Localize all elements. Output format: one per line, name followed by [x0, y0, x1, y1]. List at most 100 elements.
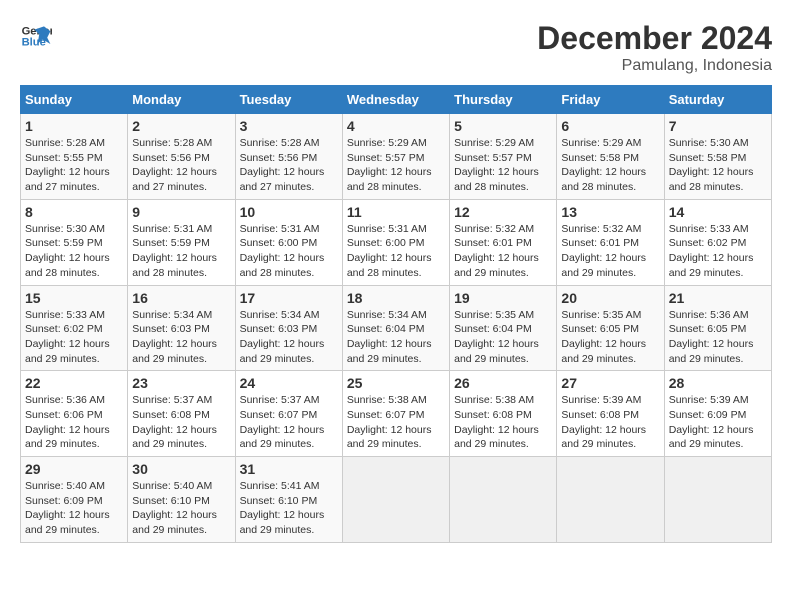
day-info: Sunrise: 5:39 AM Sunset: 6:08 PM Dayligh…	[561, 393, 659, 452]
logo: General Blue	[20, 20, 52, 52]
main-title: December 2024	[537, 20, 772, 57]
calendar-week-2: 8 Sunrise: 5:30 AM Sunset: 5:59 PM Daylig…	[21, 199, 772, 285]
calendar-cell: 23 Sunrise: 5:37 AM Sunset: 6:08 PM Dayli…	[128, 371, 235, 457]
day-number: 29	[25, 461, 123, 477]
calendar-cell: 29 Sunrise: 5:40 AM Sunset: 6:09 PM Dayli…	[21, 457, 128, 543]
day-info: Sunrise: 5:31 AM Sunset: 6:00 PM Dayligh…	[347, 222, 445, 281]
day-info: Sunrise: 5:34 AM Sunset: 6:03 PM Dayligh…	[132, 308, 230, 367]
calendar-header-row: SundayMondayTuesdayWednesdayThursdayFrid…	[21, 86, 772, 114]
day-number: 30	[132, 461, 230, 477]
calendar-body: 1Sunrise: 5:28 AM Sunset: 5:55 PM Daylig…	[21, 114, 772, 543]
day-number: 4	[347, 118, 445, 134]
day-info: Sunrise: 5:32 AM Sunset: 6:01 PM Dayligh…	[454, 222, 552, 281]
day-number: 15	[25, 290, 123, 306]
calendar-cell: 5Sunrise: 5:29 AM Sunset: 5:57 PM Daylig…	[450, 114, 557, 200]
calendar-cell: 16 Sunrise: 5:34 AM Sunset: 6:03 PM Dayli…	[128, 285, 235, 371]
calendar-cell: 27 Sunrise: 5:39 AM Sunset: 6:08 PM Dayli…	[557, 371, 664, 457]
logo-icon: General Blue	[20, 20, 52, 52]
calendar-cell: 17Sunrise: 5:34 AM Sunset: 6:03 PM Dayli…	[235, 285, 342, 371]
calendar-cell: 2 Sunrise: 5:28 AM Sunset: 5:56 PM Daylig…	[128, 114, 235, 200]
column-header-thursday: Thursday	[450, 86, 557, 114]
calendar-cell: 6 Sunrise: 5:29 AM Sunset: 5:58 PM Daylig…	[557, 114, 664, 200]
day-number: 11	[347, 204, 445, 220]
day-info: Sunrise: 5:34 AM Sunset: 6:03 PM Dayligh…	[240, 308, 338, 367]
calendar-cell: 21 Sunrise: 5:36 AM Sunset: 6:05 PM Dayli…	[664, 285, 771, 371]
day-number: 10	[240, 204, 338, 220]
header: General Blue December 2024 Pamulang, Ind…	[20, 20, 772, 75]
calendar-cell: 9 Sunrise: 5:31 AM Sunset: 5:59 PM Daylig…	[128, 199, 235, 285]
calendar-cell: 1Sunrise: 5:28 AM Sunset: 5:55 PM Daylig…	[21, 114, 128, 200]
day-info: Sunrise: 5:31 AM Sunset: 6:00 PM Dayligh…	[240, 222, 338, 281]
calendar-week-3: 15Sunrise: 5:33 AM Sunset: 6:02 PM Dayli…	[21, 285, 772, 371]
column-header-sunday: Sunday	[21, 86, 128, 114]
day-number: 6	[561, 118, 659, 134]
day-info: Sunrise: 5:38 AM Sunset: 6:08 PM Dayligh…	[454, 393, 552, 452]
calendar-week-1: 1Sunrise: 5:28 AM Sunset: 5:55 PM Daylig…	[21, 114, 772, 200]
day-number: 18	[347, 290, 445, 306]
calendar-cell: 20Sunrise: 5:35 AM Sunset: 6:05 PM Dayli…	[557, 285, 664, 371]
day-info: Sunrise: 5:32 AM Sunset: 6:01 PM Dayligh…	[561, 222, 659, 281]
calendar-cell	[557, 457, 664, 543]
day-info: Sunrise: 5:29 AM Sunset: 5:57 PM Dayligh…	[454, 136, 552, 195]
calendar-cell: 22Sunrise: 5:36 AM Sunset: 6:06 PM Dayli…	[21, 371, 128, 457]
day-number: 27	[561, 375, 659, 391]
day-info: Sunrise: 5:36 AM Sunset: 6:05 PM Dayligh…	[669, 308, 767, 367]
calendar-table: SundayMondayTuesdayWednesdayThursdayFrid…	[20, 85, 772, 543]
day-number: 7	[669, 118, 767, 134]
day-info: Sunrise: 5:36 AM Sunset: 6:06 PM Dayligh…	[25, 393, 123, 452]
calendar-cell: 13 Sunrise: 5:32 AM Sunset: 6:01 PM Dayli…	[557, 199, 664, 285]
day-info: Sunrise: 5:37 AM Sunset: 6:07 PM Dayligh…	[240, 393, 338, 452]
day-info: Sunrise: 5:28 AM Sunset: 5:56 PM Dayligh…	[132, 136, 230, 195]
day-info: Sunrise: 5:30 AM Sunset: 5:59 PM Dayligh…	[25, 222, 123, 281]
day-info: Sunrise: 5:30 AM Sunset: 5:58 PM Dayligh…	[669, 136, 767, 195]
day-info: Sunrise: 5:40 AM Sunset: 6:09 PM Dayligh…	[25, 479, 123, 538]
day-number: 23	[132, 375, 230, 391]
calendar-cell: 24Sunrise: 5:37 AM Sunset: 6:07 PM Dayli…	[235, 371, 342, 457]
day-number: 19	[454, 290, 552, 306]
calendar-week-5: 29 Sunrise: 5:40 AM Sunset: 6:09 PM Dayli…	[21, 457, 772, 543]
day-number: 9	[132, 204, 230, 220]
day-info: Sunrise: 5:33 AM Sunset: 6:02 PM Dayligh…	[669, 222, 767, 281]
column-header-tuesday: Tuesday	[235, 86, 342, 114]
calendar-cell: 4 Sunrise: 5:29 AM Sunset: 5:57 PM Daylig…	[342, 114, 449, 200]
day-number: 13	[561, 204, 659, 220]
calendar-cell: 7 Sunrise: 5:30 AM Sunset: 5:58 PM Daylig…	[664, 114, 771, 200]
day-info: Sunrise: 5:31 AM Sunset: 5:59 PM Dayligh…	[132, 222, 230, 281]
day-number: 26	[454, 375, 552, 391]
calendar-cell: 11 Sunrise: 5:31 AM Sunset: 6:00 PM Dayli…	[342, 199, 449, 285]
day-number: 1	[25, 118, 123, 134]
title-area: December 2024 Pamulang, Indonesia	[537, 20, 772, 75]
column-header-wednesday: Wednesday	[342, 86, 449, 114]
day-info: Sunrise: 5:28 AM Sunset: 5:56 PM Dayligh…	[240, 136, 338, 195]
day-number: 31	[240, 461, 338, 477]
day-number: 2	[132, 118, 230, 134]
calendar-cell: 19 Sunrise: 5:35 AM Sunset: 6:04 PM Dayli…	[450, 285, 557, 371]
day-info: Sunrise: 5:37 AM Sunset: 6:08 PM Dayligh…	[132, 393, 230, 452]
calendar-cell	[342, 457, 449, 543]
column-header-monday: Monday	[128, 86, 235, 114]
day-info: Sunrise: 5:38 AM Sunset: 6:07 PM Dayligh…	[347, 393, 445, 452]
calendar-cell: 3 Sunrise: 5:28 AM Sunset: 5:56 PM Daylig…	[235, 114, 342, 200]
calendar-cell: 14 Sunrise: 5:33 AM Sunset: 6:02 PM Dayli…	[664, 199, 771, 285]
calendar-cell	[450, 457, 557, 543]
day-info: Sunrise: 5:35 AM Sunset: 6:05 PM Dayligh…	[561, 308, 659, 367]
day-number: 3	[240, 118, 338, 134]
day-number: 16	[132, 290, 230, 306]
calendar-week-4: 22Sunrise: 5:36 AM Sunset: 6:06 PM Dayli…	[21, 371, 772, 457]
day-info: Sunrise: 5:39 AM Sunset: 6:09 PM Dayligh…	[669, 393, 767, 452]
day-info: Sunrise: 5:35 AM Sunset: 6:04 PM Dayligh…	[454, 308, 552, 367]
column-header-saturday: Saturday	[664, 86, 771, 114]
day-number: 8	[25, 204, 123, 220]
day-number: 14	[669, 204, 767, 220]
calendar-cell: 12Sunrise: 5:32 AM Sunset: 6:01 PM Dayli…	[450, 199, 557, 285]
day-info: Sunrise: 5:40 AM Sunset: 6:10 PM Dayligh…	[132, 479, 230, 538]
calendar-cell: 25 Sunrise: 5:38 AM Sunset: 6:07 PM Dayli…	[342, 371, 449, 457]
day-info: Sunrise: 5:34 AM Sunset: 6:04 PM Dayligh…	[347, 308, 445, 367]
day-number: 21	[669, 290, 767, 306]
day-info: Sunrise: 5:29 AM Sunset: 5:57 PM Dayligh…	[347, 136, 445, 195]
day-info: Sunrise: 5:29 AM Sunset: 5:58 PM Dayligh…	[561, 136, 659, 195]
day-number: 25	[347, 375, 445, 391]
day-number: 28	[669, 375, 767, 391]
calendar-cell: 28 Sunrise: 5:39 AM Sunset: 6:09 PM Dayli…	[664, 371, 771, 457]
subtitle: Pamulang, Indonesia	[537, 57, 772, 75]
